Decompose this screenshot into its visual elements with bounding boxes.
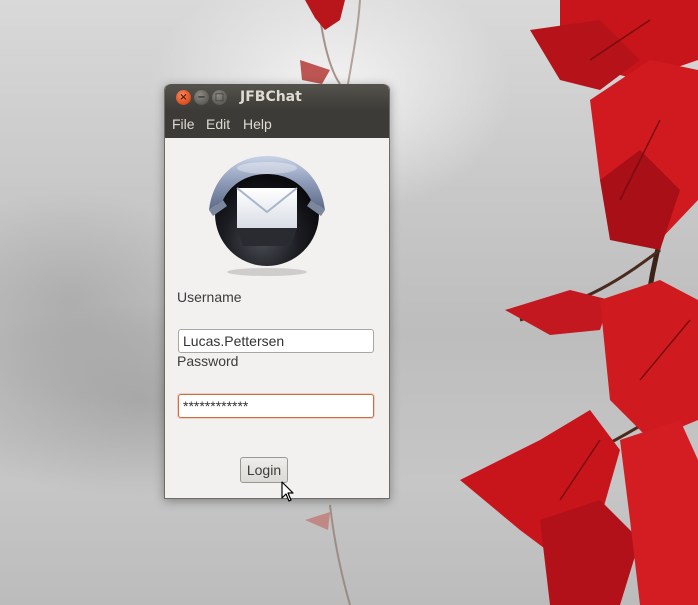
maximize-icon[interactable]: □: [212, 90, 227, 105]
mouse-pointer-icon: [281, 481, 294, 502]
menubar: File Edit Help: [165, 111, 389, 138]
username-label: Username: [177, 289, 242, 305]
username-field[interactable]: Lucas.Pettersen: [178, 329, 374, 353]
window-titlebar[interactable]: × − □ JFBChat: [165, 84, 389, 111]
login-button[interactable]: Login: [240, 457, 288, 483]
login-form: Username Lucas.Pettersen Password ******…: [165, 138, 389, 498]
minimize-icon[interactable]: −: [194, 90, 209, 105]
close-icon[interactable]: ×: [176, 90, 191, 105]
menu-help[interactable]: Help: [243, 116, 272, 132]
jfbchat-login-window: × − □ JFBChat File Edit Help Username Lu…: [164, 84, 390, 499]
password-label: Password: [177, 353, 239, 369]
menu-edit[interactable]: Edit: [206, 116, 230, 132]
window-title: JFBChat: [240, 89, 302, 105]
menu-file[interactable]: File: [172, 116, 195, 132]
mail-envelope-icon: [209, 156, 325, 276]
desktop-background: × − □ JFBChat File Edit Help Username Lu…: [0, 0, 698, 605]
password-field[interactable]: ************: [178, 394, 374, 418]
